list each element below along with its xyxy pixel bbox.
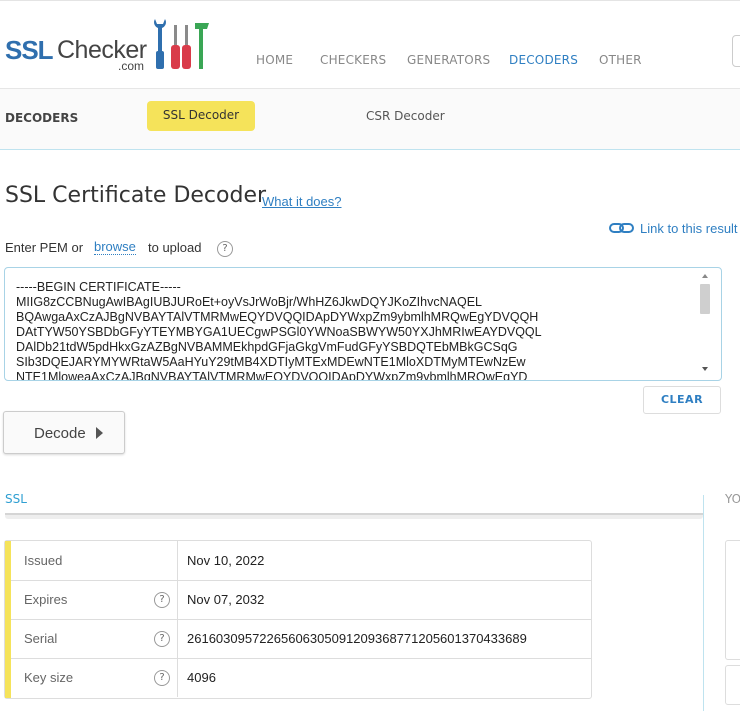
- scroll-up-icon[interactable]: [702, 274, 708, 278]
- logo-ssl-text: SSL: [5, 35, 54, 65]
- subnav-ssl-decoder[interactable]: SSL Decoder: [147, 101, 255, 131]
- table-row: Serial ? 2616030957226560630509120936877…: [11, 619, 591, 659]
- row-divider: [177, 619, 178, 658]
- table-row: Key size ? 4096: [11, 658, 591, 697]
- decode-button[interactable]: Decode: [3, 411, 125, 454]
- site-header: SSL Checker .com HOME CHECKERS GENERATOR…: [0, 0, 740, 94]
- subnav-csr-decoder[interactable]: CSR Decoder: [366, 109, 445, 123]
- subnav-section-label: DECODERS: [5, 111, 79, 125]
- row-key: Expires: [24, 592, 68, 607]
- page-title: SSL Certificate Decoder: [5, 183, 267, 208]
- browse-link[interactable]: browse: [94, 239, 136, 255]
- row-value: 4096: [187, 670, 216, 685]
- pem-textarea[interactable]: -----BEGIN CERTIFICATE----- MIIG8zCCBNug…: [4, 267, 722, 381]
- tools-icon: [154, 19, 209, 69]
- row-value: Nov 10, 2022: [187, 553, 265, 568]
- pem-suffix-label: to upload: [148, 240, 202, 255]
- sslchecker-logo[interactable]: SSL Checker .com: [5, 15, 215, 73]
- pem-text: -----BEGIN CERTIFICATE----- MIIG8zCCBNug…: [16, 280, 542, 381]
- what-it-does-link[interactable]: What it does?: [262, 194, 342, 209]
- link-chain-icon: [609, 223, 634, 233]
- clear-button[interactable]: CLEAR: [643, 386, 721, 414]
- nav-home[interactable]: HOME: [256, 53, 293, 67]
- row-key: Key size: [24, 670, 74, 685]
- table-row: Expires ? Nov 07, 2032: [11, 580, 591, 620]
- link-to-result-label: Link to this result: [640, 221, 738, 236]
- expires-help-icon[interactable]: ?: [154, 592, 170, 608]
- pem-scrollbar[interactable]: [699, 271, 711, 375]
- nav-generators[interactable]: GENERATORS: [407, 53, 490, 67]
- tab-track-fill: [5, 513, 703, 515]
- scroll-thumb[interactable]: [700, 284, 710, 314]
- tab-ssl[interactable]: SSL: [5, 492, 27, 506]
- link-to-result[interactable]: Link to this result: [609, 221, 738, 236]
- serial-help-icon[interactable]: ?: [154, 631, 170, 647]
- decode-button-label: Decode: [34, 425, 86, 442]
- nav-other[interactable]: OTHER: [599, 53, 642, 67]
- row-key: Serial: [24, 631, 58, 646]
- upload-help-icon[interactable]: ?: [217, 241, 233, 257]
- column-divider: [703, 495, 704, 711]
- pem-prefix-label: Enter PEM or: [5, 240, 84, 255]
- row-divider: [177, 580, 178, 619]
- right-panel-box-secondary: [725, 665, 740, 705]
- row-value: Nov 07, 2032: [187, 592, 265, 607]
- key-size-help-icon[interactable]: ?: [154, 670, 170, 686]
- row-key: Issued: [24, 553, 63, 568]
- header-account-button[interactable]: [732, 35, 740, 67]
- nav-checkers[interactable]: CHECKERS: [320, 53, 386, 67]
- nav-decoders[interactable]: DECODERS: [509, 53, 578, 67]
- right-panel-box: [725, 540, 740, 660]
- certificate-details-table: Issued Nov 10, 2022 Expires ? Nov 07, 20…: [4, 540, 592, 699]
- row-value: 2616030957226560630509120936877120560137…: [187, 631, 527, 646]
- play-arrow-icon: [96, 427, 103, 439]
- table-row: Issued Nov 10, 2022: [11, 541, 591, 581]
- row-divider: [177, 658, 178, 697]
- row-divider: [177, 541, 178, 580]
- logo-com-text: .com: [118, 59, 145, 73]
- tab-right-partial[interactable]: YO: [725, 492, 740, 506]
- scroll-down-icon[interactable]: [702, 367, 708, 371]
- decoders-subnav: DECODERS SSL Decoder CSR Decoder: [0, 88, 740, 150]
